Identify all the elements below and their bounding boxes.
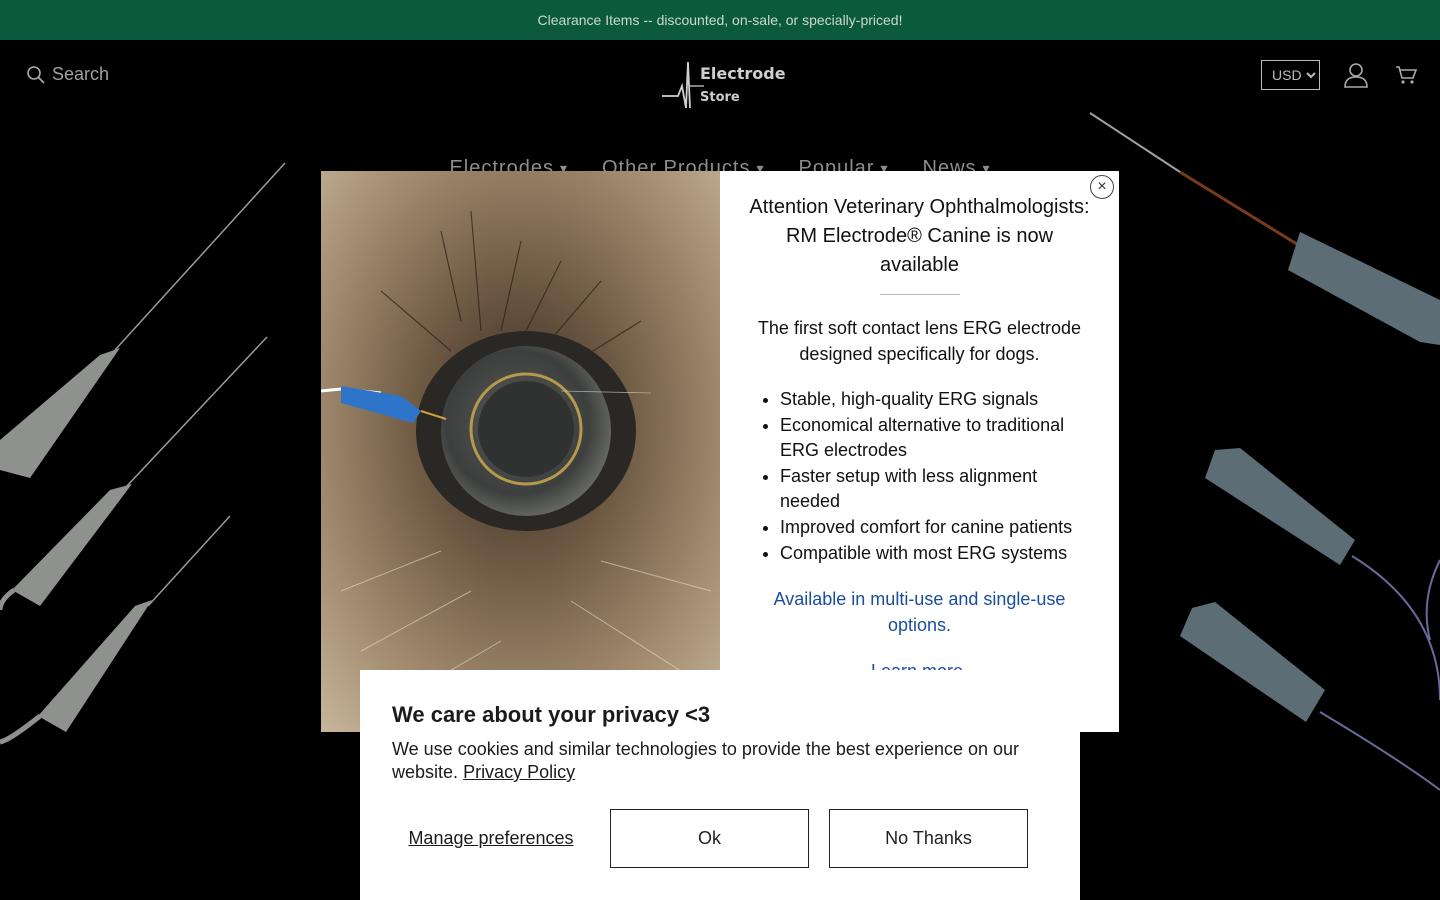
list-item: Faster setup with less alignment needed — [780, 464, 1095, 515]
currency-select[interactable]: USD — [1261, 60, 1320, 90]
logo-text-electrode: Electrode — [700, 64, 786, 83]
ok-button[interactable]: Ok — [610, 809, 809, 868]
announcement-bar[interactable]: Clearance Items -- discounted, on-sale, … — [0, 0, 1440, 40]
announcement-text[interactable]: Clearance Items -- discounted, on-sale, … — [538, 12, 903, 28]
promo-lead: The first soft contact lens ERG electrod… — [757, 318, 1082, 364]
availability-note: Available in multi-use and single-use op… — [773, 589, 1066, 636]
list-item: Economical alternative to traditional ER… — [780, 413, 1095, 464]
manage-preferences-button[interactable]: Manage preferences — [392, 809, 590, 868]
user-icon[interactable] — [1344, 62, 1368, 88]
privacy-policy-link[interactable]: Privacy Policy — [463, 762, 575, 782]
logo-ecg-mark — [662, 61, 704, 109]
feature-list: Stable, high-quality ERG signals Economi… — [780, 387, 1095, 566]
store-logo[interactable]: Electrode Store — [660, 60, 786, 112]
close-icon[interactable]: × — [1090, 175, 1114, 199]
logo-text-store: Store — [700, 90, 740, 105]
cookie-banner: We care about your privacy <3 We use coo… — [360, 670, 1080, 900]
search-box[interactable] — [26, 64, 252, 85]
list-item: Compatible with most ERG systems — [780, 541, 1095, 567]
cart-icon[interactable] — [1395, 65, 1417, 85]
canine-eye-illustration — [321, 171, 720, 732]
list-item: Stable, high-quality ERG signals — [780, 387, 1095, 413]
canine-eye-photo — [321, 171, 720, 732]
promo-content: × Attention Veterinary Ophthalmologists:… — [720, 171, 1119, 732]
title-divider — [879, 294, 960, 295]
cookie-actions: Manage preferences Ok No Thanks — [392, 809, 1048, 868]
search-input[interactable] — [52, 64, 252, 85]
no-thanks-button[interactable]: No Thanks — [829, 809, 1028, 868]
site-header: Electrode Store USD — [0, 40, 1440, 120]
search-icon[interactable] — [26, 65, 46, 85]
promo-title: Attention Veterinary Ophthalmologists: R… — [749, 196, 1090, 276]
list-item: Improved comfort for canine patients — [780, 515, 1095, 541]
cookie-title: We care about your privacy <3 — [392, 702, 711, 727]
promo-modal: × Attention Veterinary Ophthalmologists:… — [321, 171, 1119, 732]
cookie-text: We use cookies and similar technologies … — [392, 738, 1048, 784]
